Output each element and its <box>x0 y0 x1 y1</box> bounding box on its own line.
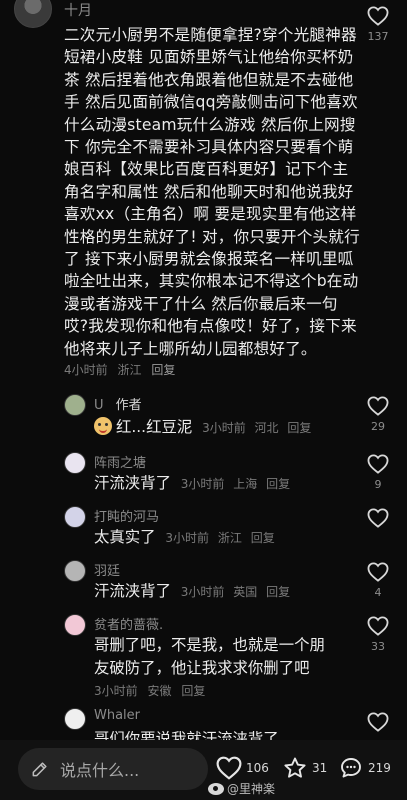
reply-username[interactable]: 贫者的蔷薇. <box>94 614 163 633</box>
weibo-logo-icon <box>208 782 224 795</box>
avatar[interactable] <box>64 452 86 474</box>
heart-outline-icon <box>367 712 389 732</box>
star-action-count: 31 <box>312 761 328 775</box>
reply-button[interactable]: 回复 <box>287 421 311 435</box>
like-button[interactable]: 137 <box>361 6 395 43</box>
like-button[interactable]: 9 <box>361 454 395 491</box>
like-count: 4 <box>374 586 382 599</box>
reply-username-text[interactable]: U <box>94 398 104 413</box>
heart-outline-icon <box>367 396 389 416</box>
heart-outline-icon <box>216 756 242 780</box>
author-badge: 作者 <box>115 398 142 413</box>
reply-button[interactable]: 回复 <box>266 585 290 599</box>
reply-username[interactable]: U 作者 <box>94 394 142 413</box>
reply-text-line: 红...红豆泥 3小时前 河北 回复 <box>94 416 354 440</box>
like-button[interactable]: 33 <box>361 616 395 653</box>
like-button[interactable]: 4 <box>361 562 395 599</box>
reply-text-line: 汗流浃背了 3小时前 上海 回复 <box>94 472 354 496</box>
avatar[interactable] <box>64 394 86 416</box>
reply-username[interactable]: 羽廷 <box>94 560 120 579</box>
star-action-button[interactable]: 31 <box>282 756 327 780</box>
reply-time: 3小时前 <box>94 684 138 698</box>
reply-location: 浙江 <box>217 531 242 545</box>
heart-outline-icon <box>367 454 389 474</box>
reply-time: 3小时前 <box>180 585 225 599</box>
heart-outline-icon <box>367 508 389 528</box>
avatar[interactable] <box>64 560 86 582</box>
like-action-count: 106 <box>246 761 269 775</box>
comment-meta: 4小时前 浙江 回复 <box>64 361 181 378</box>
comment-action-count: 219 <box>368 761 391 775</box>
watermark: @里神楽 <box>208 780 275 797</box>
reply-location: 安徽 <box>147 684 172 698</box>
reply-text-line: 太真实了 3小时前 浙江 回复 <box>94 526 354 550</box>
like-count: 9 <box>374 478 382 491</box>
comment-thread-screen: 十月 二次元小厨男不是随便拿捏?穿个光腿神器短裙小皮鞋 见面娇里娇气让他给你买杯… <box>0 0 407 800</box>
heart-outline-icon <box>367 562 389 582</box>
comment-username[interactable]: 十月 <box>64 0 92 20</box>
comment-time: 4小时前 <box>64 363 108 377</box>
reply-location: 上海 <box>233 477 258 491</box>
like-count: 33 <box>371 640 385 653</box>
heart-outline-icon <box>367 616 389 636</box>
reply-text-line: 汗流浃背了 3小时前 英国 回复 <box>94 580 354 604</box>
reply-text: 太真实了 <box>94 528 156 546</box>
comment-text: 二次元小厨男不是随便拿捏?穿个光腿神器短裙小皮鞋 见面娇里娇气让他给你买杯奶茶 … <box>64 26 360 358</box>
like-action-button[interactable]: 106 <box>216 756 269 780</box>
reply-text: 红...红豆泥 <box>116 418 193 436</box>
reply-time: 3小时前 <box>165 531 210 545</box>
reply-button[interactable]: 回复 <box>151 363 175 377</box>
like-count: 137 <box>367 30 389 43</box>
avatar[interactable] <box>64 614 86 636</box>
reply-text: 哥删了吧，不是我，也就是一个朋友破防了，他让我求求你删了吧 <box>94 636 325 677</box>
watermark-text: @里神楽 <box>227 782 276 796</box>
reply-button[interactable]: 回复 <box>266 477 290 491</box>
avatar[interactable] <box>64 506 86 528</box>
reply-button[interactable]: 回复 <box>251 531 275 545</box>
emoji-icon <box>94 417 112 435</box>
reply-text: 汗流浃背了 <box>94 474 171 492</box>
reply-location: 河北 <box>254 421 279 435</box>
reply-time: 3小时前 <box>180 477 225 491</box>
reply-text: 汗流浃背了 <box>94 582 171 600</box>
bottom-action-bar: 说点什么... 106 31 219 @里神楽 <box>0 740 407 800</box>
pen-icon <box>32 762 47 777</box>
like-count: 29 <box>371 420 385 433</box>
comment-location: 浙江 <box>117 363 142 377</box>
like-button[interactable]: 29 <box>361 396 395 433</box>
reply-time: 3小时前 <box>202 421 246 435</box>
comment-action-button[interactable]: 219 <box>338 756 391 780</box>
avatar[interactable] <box>14 0 52 28</box>
reply-button[interactable]: 回复 <box>181 684 205 698</box>
reply-location: 英国 <box>233 585 258 599</box>
comment-bubble-icon <box>341 758 361 778</box>
reply-username[interactable]: 阵雨之塘 <box>94 452 146 471</box>
heart-outline-icon <box>367 6 389 26</box>
star-outline-icon <box>284 757 306 778</box>
avatar[interactable] <box>64 708 86 730</box>
comment-input-placeholder: 说点什么... <box>60 761 140 780</box>
like-button[interactable] <box>361 712 395 732</box>
reply-username[interactable]: 打盹的河马 <box>94 506 159 525</box>
comment-input[interactable]: 说点什么... <box>18 748 208 790</box>
reply-meta: 3小时前 安徽 回复 <box>94 682 211 699</box>
like-button[interactable] <box>361 508 395 532</box>
reply-username[interactable]: Whaler <box>94 708 140 723</box>
